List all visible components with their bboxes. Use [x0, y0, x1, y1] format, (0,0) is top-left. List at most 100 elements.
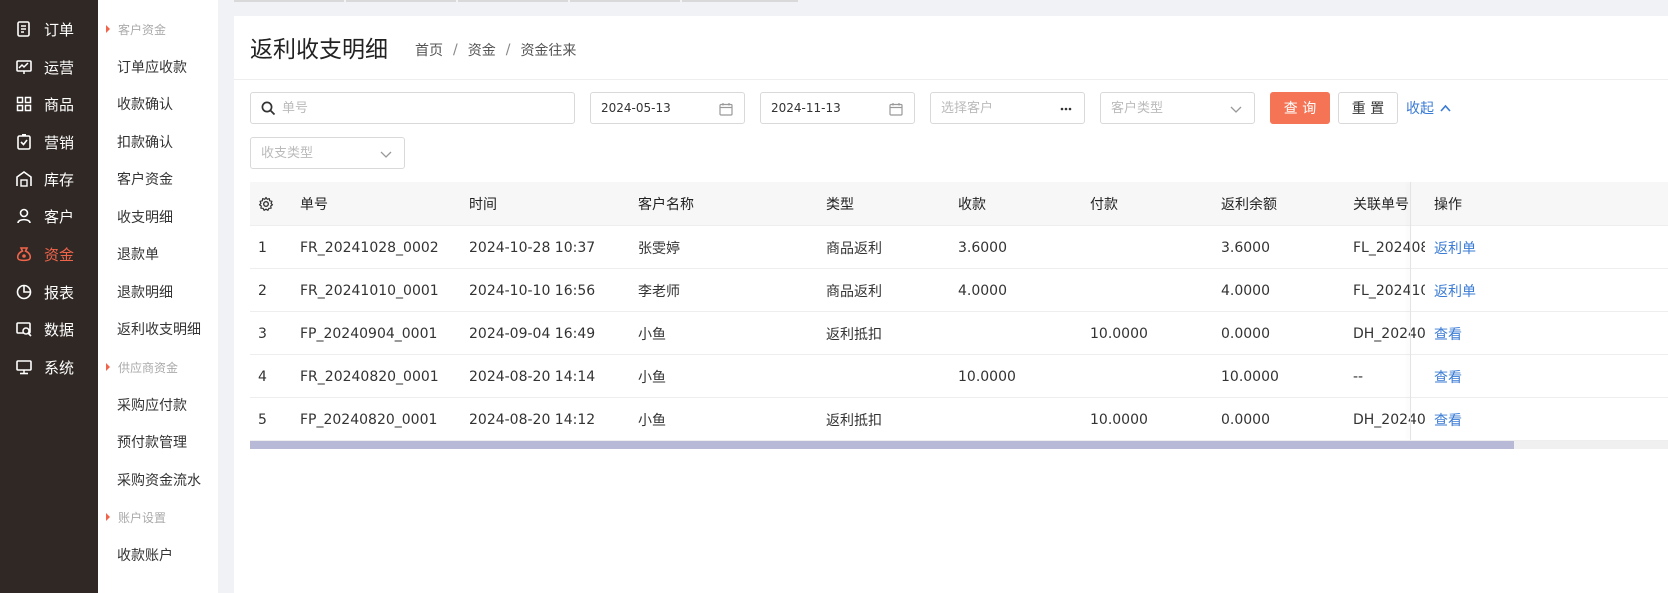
submenu-item-refund-order[interactable]: 退款单: [117, 242, 159, 266]
date-start-field[interactable]: [590, 92, 745, 124]
column-header-income[interactable]: 收款: [958, 182, 986, 226]
view-link[interactable]: 查看: [1434, 398, 1462, 441]
nav-item-report[interactable]: 报表: [0, 275, 98, 309]
nav-item-system[interactable]: 系统: [0, 350, 98, 384]
nav-item-funds[interactable]: 资金: [0, 237, 98, 271]
nav-label: 系统: [44, 358, 75, 377]
cell-balance: 0.0000: [1221, 411, 1270, 428]
column-header-type[interactable]: 类型: [826, 182, 854, 226]
column-header-balance[interactable]: 返利余额: [1221, 182, 1277, 226]
reset-button[interactable]: 重 置: [1338, 92, 1398, 124]
tab-strip[interactable]: [234, 0, 344, 2]
tab-strip[interactable]: [458, 0, 568, 2]
cell-income: 4.0000: [958, 282, 1007, 299]
column-header-related-no[interactable]: 关联单号: [1353, 182, 1409, 226]
nav-item-customer[interactable]: 客户: [0, 199, 98, 233]
customer-type-select[interactable]: [1100, 92, 1255, 124]
horizontal-scrollbar[interactable]: [250, 441, 1668, 449]
table-header: 单号 时间 客户名称 类型 收款 付款 返利余额 关联单号 操作: [250, 182, 1668, 226]
breadcrumb-home[interactable]: 首页: [415, 40, 443, 60]
table-row[interactable]: 2 FR_20241010_0001 2024-10-10 16:56 李老师 …: [250, 269, 1668, 312]
column-header-customer[interactable]: 客户名称: [638, 182, 694, 226]
view-link[interactable]: 查看: [1434, 355, 1462, 398]
date-end-field[interactable]: [760, 92, 915, 124]
cell-order-no: FP_20240904_0001: [300, 325, 438, 342]
tab-strip[interactable]: [570, 0, 680, 2]
cell-balance: 0.0000: [1221, 325, 1270, 342]
cell-order-no: FR_20240820_0001: [300, 368, 439, 385]
submenu-item-rebate-detail[interactable]: 返利收支明细: [117, 317, 201, 341]
payment-type-select[interactable]: [250, 137, 405, 169]
cell-related-no: FL_20240827: [1353, 239, 1425, 256]
cell-type: 商品返利: [826, 240, 882, 257]
date-end-input[interactable]: [771, 94, 881, 122]
submenu-item-prepayment[interactable]: 预付款管理: [117, 430, 187, 454]
date-start-input[interactable]: [601, 94, 711, 122]
main-nav: 订单 运营 商品 营销 库存 客户 资金 报表 数据 系统: [0, 0, 98, 593]
table-row[interactable]: 4 FR_20240820_0001 2024-08-20 14:14 小鱼 1…: [250, 355, 1668, 398]
table-settings-button[interactable]: [258, 182, 274, 226]
rebate-order-link[interactable]: 返利单: [1434, 226, 1476, 269]
marketing-icon: [15, 133, 33, 151]
nav-item-data[interactable]: 数据: [0, 312, 98, 346]
submenu-item-purchase-flow[interactable]: 采购资金流水: [117, 468, 201, 492]
table-row[interactable]: 5 FP_20240820_0001 2024-08-20 14:12 小鱼 返…: [250, 398, 1668, 441]
cell-customer: 小鱼: [638, 369, 666, 386]
query-button[interactable]: 查 询: [1270, 92, 1330, 124]
chevron-up-icon: [1439, 102, 1452, 115]
customer-select-field[interactable]: [930, 92, 1085, 124]
nav-label: 报表: [44, 283, 75, 302]
submenu-item-income-expense[interactable]: 收支明细: [117, 205, 173, 229]
payment-type-input[interactable]: [261, 139, 371, 167]
more-icon[interactable]: [1058, 101, 1074, 117]
monitor-icon: [15, 358, 33, 376]
nav-item-product[interactable]: 商品: [0, 87, 98, 121]
nav-item-inventory[interactable]: 库存: [0, 162, 98, 196]
cell-time: 2024-09-04 16:49: [469, 325, 596, 342]
data-icon: [15, 320, 33, 338]
view-link[interactable]: 查看: [1434, 312, 1462, 355]
submenu-item-receipt-confirm[interactable]: 收款确认: [117, 92, 173, 116]
cell-related-no: DH_2024090: [1353, 325, 1425, 342]
submenu-item-deduction-confirm[interactable]: 扣款确认: [117, 130, 173, 154]
content-gutter: [218, 0, 234, 593]
submenu-group-account-settings: 账户设置: [98, 506, 166, 528]
submenu-item-purchase-payable[interactable]: 采购应付款: [117, 393, 187, 417]
cell-time: 2024-10-10 16:56: [469, 282, 596, 299]
scrollbar-thumb[interactable]: [250, 441, 1514, 449]
page-header: 返利收支明细 首页 / 资金 / 资金往来: [234, 16, 1668, 80]
submenu-group-customer-funds: 客户资金: [98, 18, 166, 40]
table-row[interactable]: 3 FP_20240904_0001 2024-09-04 16:49 小鱼 返…: [250, 312, 1668, 355]
nav-item-operation[interactable]: 运营: [0, 50, 98, 84]
nav-label: 客户: [44, 207, 75, 226]
submenu-item-order-receivable[interactable]: 订单应收款: [117, 55, 187, 79]
nav-label: 数据: [44, 320, 75, 339]
tab-strip[interactable]: [346, 0, 456, 2]
cell-type: 商品返利: [826, 283, 882, 300]
cell-index: 2: [258, 282, 267, 299]
page-title: 返利收支明细: [250, 37, 388, 63]
submenu-item-customer-funds[interactable]: 客户资金: [117, 167, 173, 191]
nav-item-marketing[interactable]: 营销: [0, 125, 98, 159]
nav-item-order[interactable]: 订单: [0, 12, 98, 46]
cell-time: 2024-10-28 10:37: [469, 239, 596, 256]
breadcrumb-funds[interactable]: 资金: [468, 40, 496, 60]
cell-customer: 张雯婷: [638, 240, 680, 257]
submenu-item-receiving-account[interactable]: 收款账户: [117, 543, 173, 567]
tab-strip[interactable]: [682, 0, 798, 2]
nav-label: 资金: [44, 245, 75, 264]
order-no-field[interactable]: [250, 92, 575, 124]
table-row[interactable]: 1 FR_20241028_0002 2024-10-28 10:37 张雯婷 …: [250, 226, 1668, 269]
customer-type-input[interactable]: [1111, 94, 1221, 122]
column-header-order-no[interactable]: 单号: [300, 182, 328, 226]
column-header-time[interactable]: 时间: [469, 182, 497, 226]
column-header-payment[interactable]: 付款: [1090, 182, 1118, 226]
cell-income: 3.6000: [958, 239, 1007, 256]
customer-select-input[interactable]: [941, 94, 1051, 122]
rebate-order-link[interactable]: 返利单: [1434, 269, 1476, 312]
main-panel: 返利收支明细 首页 / 资金 / 资金往来 查 询 重 置 收起: [234, 16, 1668, 593]
order-no-input[interactable]: [282, 94, 562, 122]
breadcrumb-separator: /: [453, 42, 458, 58]
collapse-link[interactable]: 收起: [1406, 98, 1452, 118]
submenu-item-refund-detail[interactable]: 退款明细: [117, 280, 173, 304]
